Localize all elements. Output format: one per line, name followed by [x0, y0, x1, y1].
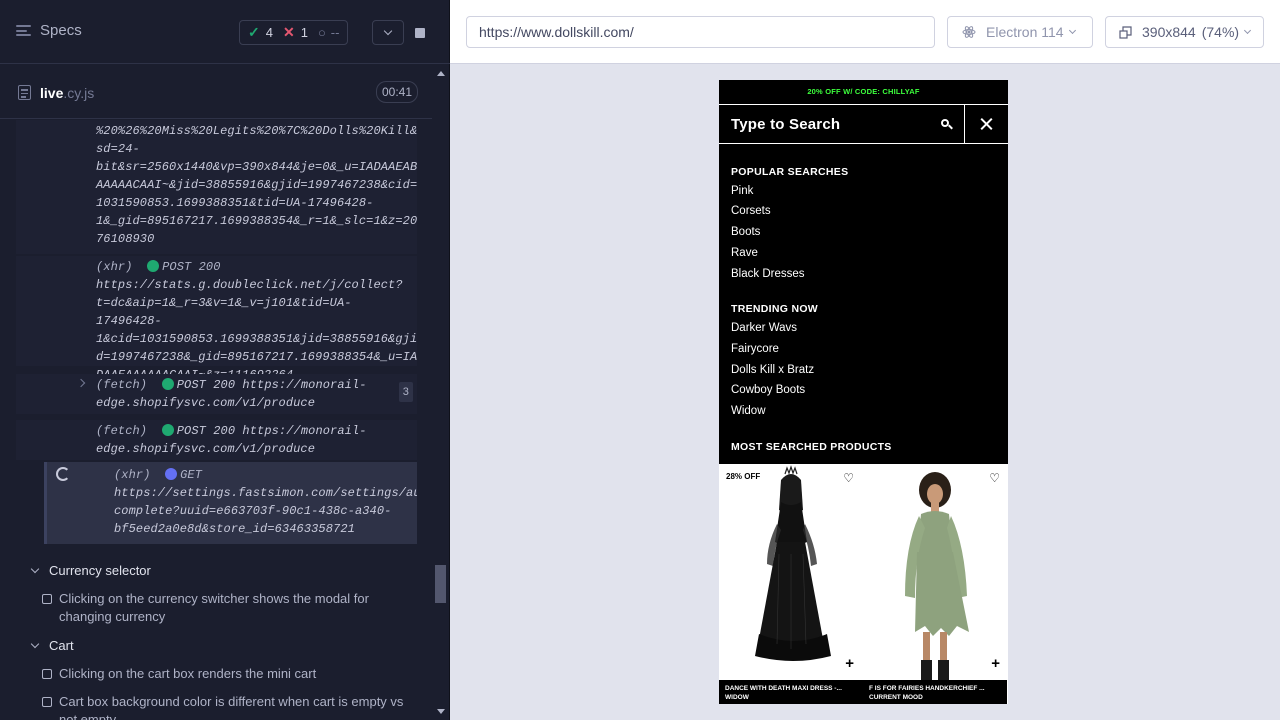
browser-selector[interactable]: Electron 114	[947, 16, 1093, 48]
reporter-header: Specs ✓ 4 ✕ 1 ○ --	[0, 0, 450, 64]
test-status-icon	[42, 697, 52, 707]
scroll-down-icon[interactable]	[437, 709, 445, 714]
product-image[interactable]	[719, 464, 863, 680]
status-dot-icon	[165, 468, 178, 480]
status-dot-icon	[147, 260, 160, 272]
chevron-down-icon	[1244, 26, 1252, 35]
test-status-icon	[42, 669, 52, 679]
reporter-scrollbar[interactable]	[433, 65, 448, 720]
suite-currency-selector[interactable]: Currency selector	[30, 563, 151, 578]
product-title: DANCE WITH DEATH MAXI DRESS -...	[725, 685, 842, 692]
popular-search-boots[interactable]: Boots	[731, 226, 760, 238]
heart-icon[interactable]: ♡	[989, 472, 1000, 484]
popular-search-pink[interactable]: Pink	[731, 185, 753, 197]
heart-icon[interactable]: ♡	[843, 472, 854, 484]
product-card[interactable]: 28% OFF ♡ + DANCE WITH DEATH MAXI DRESS …	[719, 464, 863, 704]
test-cart-background-color[interactable]: Cart box background color is different w…	[42, 693, 412, 720]
failed-count: ✕ 1	[282, 24, 308, 40]
menu-icon	[16, 25, 31, 36]
product-caption[interactable]: F IS FOR FAIRIES HANDKERCHIEF ... CURREN…	[863, 680, 1007, 704]
trending-cowboy-boots[interactable]: Cowboy Boots	[731, 384, 805, 396]
check-icon: ✓	[248, 24, 260, 40]
specs-label: Specs	[40, 22, 82, 39]
loading-spinner-icon	[56, 467, 70, 481]
test-stats: ✓ 4 ✕ 1 ○ --	[239, 20, 349, 45]
trending-dolls-kill-bratz[interactable]: Dolls Kill x Bratz	[731, 364, 814, 376]
command-log: %20%26%20Miss%20Legits%20%7C%20Dolls%20K…	[16, 120, 417, 720]
most-searched-title: MOST SEARCHED PRODUCTS	[731, 441, 892, 453]
status-dot-icon	[161, 378, 174, 390]
log-entry-fetch-monorail-group[interactable]: (fetch) POST 200 https://monorail- edge.…	[16, 374, 417, 414]
product-image[interactable]	[863, 464, 1007, 680]
run-duration: 00:41	[376, 81, 419, 103]
add-to-cart-plus-icon[interactable]: +	[991, 656, 1000, 671]
passed-count: ✓ 4	[248, 24, 273, 40]
product-card[interactable]: ♡ + F IS FOR FAIRIES HANDKERCHIEF ... CU…	[863, 464, 1008, 704]
close-search-button[interactable]	[965, 105, 1007, 143]
trending-darker-wavs[interactable]: Darker Wavs	[731, 322, 797, 334]
product-brand: WIDOW	[725, 694, 749, 701]
scroll-up-icon[interactable]	[437, 71, 445, 76]
product-caption[interactable]: DANCE WITH DEATH MAXI DRESS -... WIDOW	[719, 680, 863, 704]
document-icon	[18, 85, 31, 100]
suite-cart[interactable]: Cart	[30, 638, 74, 653]
log-entry-continued[interactable]: %20%26%20Miss%20Legits%20%7C%20Dolls%20K…	[16, 120, 417, 254]
pending-count: ○ --	[317, 25, 340, 40]
stop-icon	[415, 27, 425, 38]
popular-search-rave[interactable]: Rave	[731, 247, 758, 259]
spec-file-name[interactable]: live.cy.js	[40, 85, 94, 101]
chevron-right-icon	[76, 378, 86, 388]
log-entry-xhr-fastsimon-pending[interactable]: (xhr) GET https://settings.fastsimon.com…	[44, 462, 417, 544]
reporter-panel: Specs ✓ 4 ✕ 1 ○ -- live.cy.js 00:41 %20%26%…	[0, 0, 450, 720]
status-dot-icon	[161, 424, 174, 436]
product-title: F IS FOR FAIRIES HANDKERCHIEF ...	[869, 685, 985, 692]
viewport-selector[interactable]: 390x844 (74%)	[1105, 16, 1264, 48]
trending-now-title: TRENDING NOW	[731, 303, 819, 315]
product-grid: 28% OFF ♡ + DANCE WITH DEATH MAXI DRESS …	[719, 464, 1008, 704]
scrollbar-thumb[interactable]	[435, 565, 446, 603]
search-icon[interactable]	[941, 118, 953, 130]
chevron-down-icon	[383, 26, 393, 36]
site-viewport: 20% OFF W/ CODE: CHILLYAF Type to Search…	[719, 80, 1008, 704]
chevron-down-icon	[1068, 26, 1076, 35]
pending-icon: ○	[317, 25, 326, 40]
log-entry-fetch-monorail[interactable]: (fetch) POST 200 https://monorail- edge.…	[16, 420, 417, 460]
trending-fairycore[interactable]: Fairycore	[731, 343, 779, 355]
test-status-icon	[42, 594, 52, 604]
promo-banner[interactable]: 20% OFF W/ CODE: CHILLYAF	[719, 80, 1008, 104]
expand-dropdown-button[interactable]	[372, 20, 404, 45]
count-badge: 3	[398, 382, 413, 402]
popular-search-corsets[interactable]: Corsets	[731, 205, 771, 217]
stop-button[interactable]	[404, 20, 436, 45]
trending-widow[interactable]: Widow	[731, 405, 766, 417]
viewport-icon	[1119, 25, 1132, 39]
x-icon: ✕	[282, 24, 295, 40]
discount-badge: 28% OFF	[726, 472, 761, 481]
search-bar: Type to Search	[719, 104, 1008, 144]
test-cart-mini-cart[interactable]: Clicking on the cart box renders the min…	[42, 665, 412, 683]
spec-file-row: live.cy.js 00:41	[0, 65, 432, 119]
chevron-down-icon	[30, 639, 40, 649]
electron-icon	[962, 26, 976, 38]
popular-search-black-dresses[interactable]: Black Dresses	[731, 268, 805, 280]
url-bar[interactable]: https://www.dollskill.com/	[466, 16, 935, 48]
test-currency-modal[interactable]: Clicking on the currency switcher shows …	[42, 590, 412, 626]
product-brand: CURRENT MOOD	[869, 694, 923, 701]
chevron-down-icon	[30, 564, 40, 574]
search-input[interactable]: Type to Search	[719, 105, 965, 143]
app-under-test-panel: https://www.dollskill.com/ Electron 114 …	[450, 0, 1280, 720]
add-to-cart-plus-icon[interactable]: +	[845, 656, 854, 671]
aut-header: https://www.dollskill.com/ Electron 114 …	[450, 0, 1280, 64]
popular-searches-title: POPULAR SEARCHES	[731, 166, 849, 178]
log-entry-xhr-doubleclick[interactable]: (xhr) POST 200 https://stats.g.doublecli…	[16, 256, 417, 382]
specs-toggle-button[interactable]: Specs	[16, 22, 82, 39]
